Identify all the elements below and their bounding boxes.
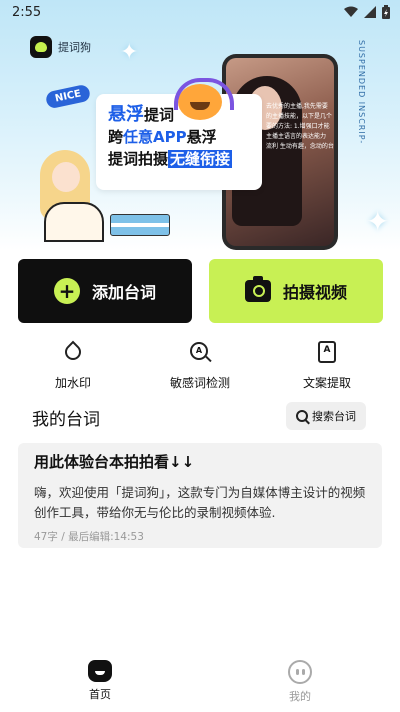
- headline-prompt: 提词: [144, 106, 175, 124]
- tab-home-label: 首页: [89, 688, 111, 701]
- promo-banner[interactable]: 提词狗 ✦ ✦ NICE 去优秀的主播,我先需要 的主播技能，以下是几个 要的方…: [0, 0, 400, 250]
- script-title: 用此体验台本拍拍看↓↓: [34, 453, 195, 471]
- my-scripts-title: 我的台词: [32, 410, 100, 430]
- script-card[interactable]: 用此体验台本拍拍看↓↓ 嗨，欢迎使用「提词狗」，这款专门为自媒体博主设计的视频创…: [18, 443, 382, 548]
- sparkle-icon: ✦: [366, 205, 390, 238]
- brand: 提词狗: [30, 36, 91, 58]
- shoot-video-label: 拍摄视频: [282, 283, 347, 302]
- phone-overlay-text: 去优秀的主播,我先需要 的主播技能，以下是几个 要的方法: 1.增强口才能 主播…: [266, 103, 334, 150]
- status-time: 2:55: [12, 4, 42, 20]
- add-script-label: 添加台词: [91, 283, 156, 302]
- plus-circle-icon: +: [53, 278, 80, 304]
- signal-icon: [364, 6, 376, 18]
- camera-icon: [244, 276, 271, 302]
- headline-float: 悬浮: [108, 104, 144, 125]
- tool-sensitive-word-check[interactable]: A 敏感词检测: [140, 340, 260, 391]
- status-bar: 2:55: [0, 0, 400, 24]
- vertical-tagline: SUSPENDED INSCRIP-: [357, 40, 366, 145]
- document-icon: A: [315, 340, 339, 364]
- profile-icon: [288, 660, 312, 684]
- script-preview: 嗨，欢迎使用「提词狗」，这款专门为自媒体博主设计的视频创作工具，带给你无与伦比的…: [34, 485, 366, 520]
- app-logo-icon: [30, 36, 52, 58]
- bottom-nav: 首页 我的: [0, 652, 400, 712]
- search-icon: [296, 410, 308, 422]
- search-scripts-button[interactable]: 搜索台词: [286, 402, 366, 430]
- home-icon: [88, 660, 112, 682]
- add-script-button[interactable]: + 添加台词: [18, 259, 192, 323]
- books-illustration: [110, 214, 170, 236]
- magnifier-icon: A: [188, 340, 212, 364]
- tool-label: 文案提取: [302, 376, 351, 390]
- search-scripts-label: 搜索台词: [312, 410, 356, 423]
- sparkle-icon: ✦: [120, 40, 139, 65]
- shoot-video-button[interactable]: 拍摄视频: [209, 259, 383, 323]
- script-meta: 47字 / 最后编辑:14:53: [34, 531, 144, 543]
- tab-me[interactable]: 我的: [200, 652, 400, 712]
- brand-name: 提词狗: [58, 41, 91, 54]
- tool-text-extract[interactable]: A 文案提取: [267, 340, 387, 391]
- nice-badge: NICE: [44, 83, 92, 110]
- water-drop-icon: [61, 340, 85, 364]
- wifi-icon: [344, 6, 358, 17]
- tool-watermark[interactable]: 加水印: [13, 340, 133, 391]
- tab-home[interactable]: 首页: [0, 652, 200, 712]
- battery-icon: [382, 5, 390, 19]
- girl-illustration: [30, 150, 110, 242]
- tool-label: 敏感词检测: [169, 376, 230, 390]
- headphone-mascot-icon: [174, 78, 234, 120]
- tab-me-label: 我的: [289, 690, 311, 703]
- tool-label: 加水印: [54, 376, 91, 390]
